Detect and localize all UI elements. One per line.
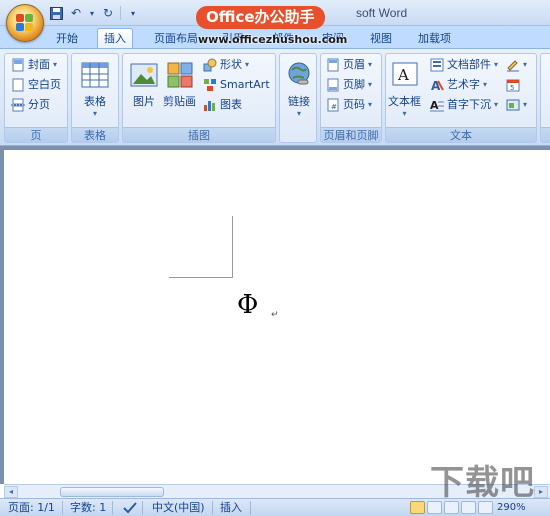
cover-page-icon — [12, 58, 24, 72]
shapes-button[interactable]: 形状 ▾ — [203, 56, 249, 74]
status-divider — [212, 501, 213, 515]
window-title: soft Word — [356, 6, 408, 20]
group-links: 链接 ▾ — [279, 53, 317, 143]
svg-text:#: # — [331, 103, 337, 111]
calendar-icon: 5 — [506, 79, 520, 92]
group-header-footer: 页眉 ▾ 页脚 ▾ # 页码 ▾ 页眉和页脚 — [320, 53, 382, 143]
crop-mark-vertical — [232, 216, 233, 278]
group-label-table: 表格 — [72, 127, 118, 142]
group-label-pages: 页 — [5, 127, 67, 142]
table-button[interactable]: 表格 ▾ — [80, 60, 110, 118]
tab-addins[interactable]: 加载项 — [412, 30, 457, 48]
smartart-icon — [204, 79, 216, 91]
customize-icon[interactable]: ▾ — [125, 5, 141, 21]
save-icon[interactable] — [48, 5, 64, 21]
signature-line-icon — [507, 60, 519, 72]
watermark-url: www.officezhushou.com — [198, 33, 348, 46]
group-text: A 文本框 ▾ 文档部件 ▾ A 艺术字 ▾ A 首字下沉 ▾ ▾ 5 ▾ 文本 — [385, 53, 537, 143]
document-area: Φ ↵ — [0, 146, 550, 484]
status-language[interactable]: 中文(中国) — [152, 501, 205, 515]
status-page[interactable]: 页面: 1/1 — [8, 501, 55, 515]
group-label-symbols — [541, 127, 550, 142]
header-button[interactable]: 页眉 ▾ — [326, 56, 372, 74]
redo-icon[interactable]: ↻ — [100, 5, 116, 21]
wordart-button[interactable]: A 艺术字 ▾ — [430, 76, 487, 94]
clipart-icon — [167, 62, 192, 88]
quick-parts-icon — [430, 58, 444, 72]
shapes-icon — [203, 58, 217, 72]
toolbar-separator — [120, 6, 121, 20]
scrollbar-thumb[interactable] — [60, 487, 164, 497]
quick-parts-button[interactable]: 文档部件 ▾ — [430, 56, 498, 74]
group-label-header-footer: 页眉和页脚 — [321, 127, 381, 142]
footer-button[interactable]: 页脚 ▾ — [326, 76, 372, 94]
site-logo-watermark: 下载吧 — [430, 463, 535, 503]
scroll-left-arrow-icon[interactable]: ◂ — [4, 486, 18, 498]
page-break-button[interactable]: 分页 — [11, 96, 50, 114]
undo-icon[interactable]: ↶ — [68, 5, 84, 21]
page-number-button[interactable]: # 页码 ▾ — [326, 96, 372, 114]
proofing-icon[interactable] — [122, 501, 138, 515]
footer-icon — [327, 78, 339, 92]
watermark-badge: Office办公助手 — [196, 6, 325, 29]
crop-mark-horizontal — [169, 277, 233, 278]
date-time-button[interactable]: 5 — [506, 76, 520, 94]
paragraph-mark: ↵ — [271, 310, 279, 320]
drop-cap-button[interactable]: A 首字下沉 ▾ — [430, 96, 498, 114]
picture-button[interactable]: 图片 — [129, 60, 159, 109]
group-illustrations: 图片 剪贴画 形状 ▾ SmartArt 图表 插图 — [122, 53, 276, 143]
svg-text:5: 5 — [510, 84, 514, 92]
textbox-icon: A — [392, 62, 417, 86]
chevron-down-icon[interactable]: ▾ — [88, 5, 96, 21]
object-icon — [506, 99, 520, 111]
chart-icon — [204, 101, 215, 111]
blank-page-icon — [12, 78, 24, 92]
scroll-right-arrow-icon[interactable]: ▸ — [534, 486, 548, 498]
clipart-button[interactable]: 剪贴画 — [163, 60, 196, 109]
header-icon — [327, 58, 339, 72]
group-pages: 封面 ▾ 空白页 分页 页 — [4, 53, 68, 143]
links-button[interactable]: 链接 ▾ — [284, 60, 314, 118]
status-word-count[interactable]: 字数: 1 — [70, 501, 106, 515]
tab-view[interactable]: 视图 — [364, 30, 398, 48]
textbox-button[interactable]: A 文本框 ▾ — [388, 60, 421, 118]
signature-line-button[interactable]: ▾ — [506, 56, 527, 74]
status-insert-mode[interactable]: 插入 — [220, 501, 242, 515]
insert-object-button[interactable]: ▾ — [506, 96, 527, 114]
ribbon: 封面 ▾ 空白页 分页 页 表格 ▾ 表格 图片 剪贴画 形状 ▾ SmartA… — [0, 48, 550, 146]
group-table: 表格 ▾ 表格 — [71, 53, 119, 143]
print-layout-view-button[interactable] — [410, 501, 425, 514]
cover-page-button[interactable]: 封面 ▾ — [11, 56, 57, 74]
wordart-icon: A — [431, 79, 444, 92]
status-divider — [142, 501, 143, 515]
quick-access-toolbar: ↶ ▾ ↻ ▾ — [48, 4, 141, 22]
office-logo-icon — [16, 14, 34, 32]
group-label-text: 文本 — [386, 127, 536, 142]
office-button[interactable] — [6, 4, 44, 42]
status-divider — [62, 501, 63, 515]
document-page[interactable]: Φ ↵ — [4, 150, 550, 484]
smartart-button[interactable]: SmartArt — [203, 76, 270, 94]
globe-link-icon — [288, 62, 310, 85]
group-symbols-partial — [540, 53, 550, 143]
page-break-icon — [11, 98, 25, 112]
tab-insert[interactable]: 插入 — [97, 28, 133, 49]
svg-text:A: A — [397, 66, 409, 84]
tab-home[interactable]: 开始 — [50, 30, 84, 48]
inserted-symbol[interactable]: Φ — [237, 290, 258, 320]
table-icon — [81, 62, 109, 88]
drop-cap-icon: A — [430, 99, 444, 112]
chart-button[interactable]: 图表 — [203, 96, 242, 114]
status-divider — [112, 501, 113, 515]
tab-page-layout[interactable]: 页面布局 — [148, 30, 204, 48]
group-label-illustrations: 插图 — [123, 127, 275, 142]
status-divider — [250, 501, 251, 515]
blank-page-button[interactable]: 空白页 — [11, 76, 61, 94]
svg-text:A: A — [430, 99, 439, 112]
page-number-icon: # — [327, 98, 339, 112]
picture-icon — [130, 63, 158, 87]
